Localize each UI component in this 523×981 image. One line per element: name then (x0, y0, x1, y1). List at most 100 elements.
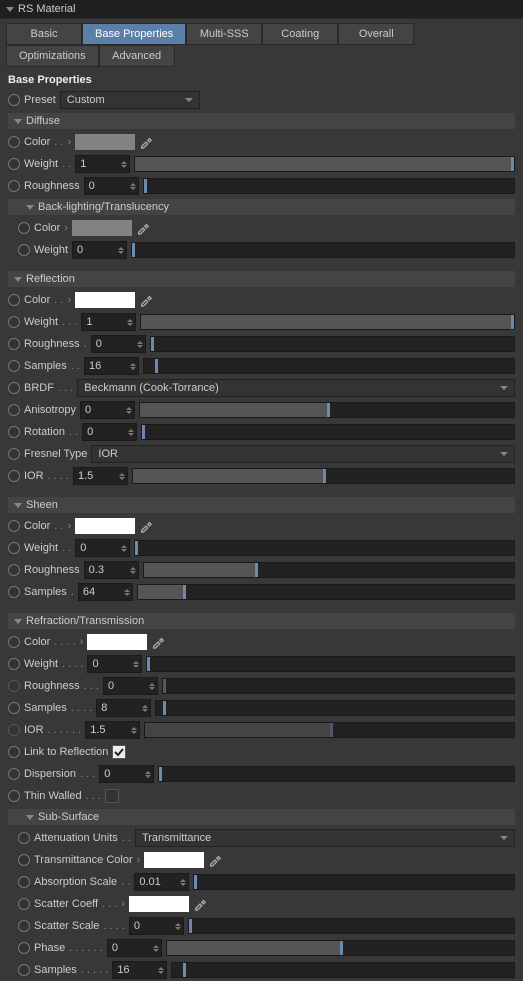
refr-samp-slider[interactable] (155, 700, 515, 716)
tab-basic[interactable]: Basic (6, 23, 82, 45)
eyedropper-icon[interactable] (139, 293, 153, 307)
sheen-color-swatch[interactable] (75, 518, 135, 534)
refr-link-anim[interactable] (8, 746, 20, 758)
sheen-samp-anim[interactable] (8, 586, 20, 598)
refl-rough-anim[interactable] (8, 338, 20, 350)
refl-samp-input[interactable]: 16 (84, 357, 139, 375)
sheen-samp-input[interactable]: 64 (78, 583, 133, 601)
refr-color-anim[interactable] (8, 636, 20, 648)
diffuse-rough-input[interactable]: 0 (84, 177, 139, 195)
refl-rot-anim[interactable] (8, 426, 20, 438)
expand-icon[interactable]: › (80, 636, 84, 648)
tab-advanced[interactable]: Advanced (99, 45, 175, 67)
sheen-weight-slider[interactable] (134, 540, 515, 556)
sheen-header[interactable]: Sheen (8, 497, 515, 513)
tab-overall[interactable]: Overall (338, 23, 414, 45)
expand-icon[interactable]: › (64, 222, 68, 234)
eyedropper-icon[interactable] (151, 635, 165, 649)
sheen-samp-slider[interactable] (137, 584, 515, 600)
refr-link-checkbox[interactable] (112, 745, 126, 759)
subsurface-header[interactable]: Sub-Surface (8, 809, 515, 825)
tab-multi-sss[interactable]: Multi-SSS (186, 23, 262, 45)
diffuse-header[interactable]: Diffuse (8, 113, 515, 129)
panel-header[interactable]: RS Material (0, 0, 523, 19)
sub-phase-slider[interactable] (166, 940, 515, 956)
refr-weight-anim[interactable] (8, 658, 20, 670)
refr-color-swatch[interactable] (87, 634, 147, 650)
sub-atten-select[interactable]: Transmittance (135, 829, 515, 847)
refl-weight-anim[interactable] (8, 316, 20, 328)
expand-icon[interactable]: › (67, 294, 71, 306)
diffuse-color-anim[interactable] (8, 136, 20, 148)
sub-tcol-swatch[interactable] (144, 852, 204, 868)
sub-scoe-anim[interactable] (18, 898, 30, 910)
back-weight-input[interactable]: 0 (72, 241, 127, 259)
sub-phase-input[interactable]: 0 (107, 939, 162, 957)
diffuse-rough-anim[interactable] (8, 180, 20, 192)
sub-sscl-slider[interactable] (188, 918, 515, 934)
sub-scoe-swatch[interactable] (129, 896, 189, 912)
refl-aniso-anim[interactable] (8, 404, 20, 416)
refl-rough-input[interactable]: 0 (91, 335, 146, 353)
sub-sscl-anim[interactable] (18, 920, 30, 932)
sub-atten-anim[interactable] (18, 832, 30, 844)
refl-aniso-input[interactable]: 0 (80, 401, 135, 419)
sheen-rough-slider[interactable] (143, 562, 515, 578)
back-weight-slider[interactable] (131, 242, 515, 258)
reflection-header[interactable]: Reflection (8, 271, 515, 287)
preset-anim-toggle[interactable] (8, 94, 20, 106)
refr-disp-input[interactable]: 0 (99, 765, 154, 783)
refl-weight-slider[interactable] (140, 314, 515, 330)
expand-icon[interactable]: › (67, 520, 71, 532)
sub-samp-anim[interactable] (18, 964, 30, 976)
sub-abs-slider[interactable] (193, 874, 515, 890)
refl-rot-input[interactable]: 0 (82, 423, 137, 441)
refr-weight-input[interactable]: 0 (87, 655, 142, 673)
sheen-color-anim[interactable] (8, 520, 20, 532)
eyedropper-icon[interactable] (193, 897, 207, 911)
refl-color-swatch[interactable] (75, 292, 135, 308)
backlight-header[interactable]: Back-lighting/Translucency (8, 199, 515, 215)
sheen-rough-anim[interactable] (8, 564, 20, 576)
diffuse-color-swatch[interactable] (75, 134, 135, 150)
diffuse-weight-slider[interactable] (134, 156, 515, 172)
refl-ftype-anim[interactable] (8, 448, 20, 460)
eyedropper-icon[interactable] (139, 135, 153, 149)
refr-samp-input[interactable]: 8 (96, 699, 151, 717)
back-weight-anim[interactable] (18, 244, 30, 256)
diffuse-weight-input[interactable]: 1 (75, 155, 130, 173)
refr-disp-anim[interactable] (8, 768, 20, 780)
refl-brdf-select[interactable]: Beckmann (Cook-Torrance) (77, 379, 515, 397)
sub-phase-anim[interactable] (18, 942, 30, 954)
refl-weight-input[interactable]: 1 (81, 313, 136, 331)
eyedropper-icon[interactable] (208, 853, 222, 867)
expand-icon[interactable]: › (67, 136, 71, 148)
back-color-anim[interactable] (18, 222, 30, 234)
refl-samp-anim[interactable] (8, 360, 20, 372)
sub-sscl-input[interactable]: 0 (129, 917, 184, 935)
refl-ior-input[interactable]: 1.5 (73, 467, 128, 485)
diffuse-weight-anim[interactable] (8, 158, 20, 170)
refr-weight-slider[interactable] (146, 656, 515, 672)
tab-base-properties[interactable]: Base Properties (82, 23, 186, 45)
sub-samp-input[interactable]: 16 (112, 961, 167, 979)
refraction-header[interactable]: Refraction/Transmission (8, 613, 515, 629)
refr-disp-slider[interactable] (158, 766, 515, 782)
sub-samp-slider[interactable] (171, 962, 515, 978)
eyedropper-icon[interactable] (139, 519, 153, 533)
refl-brdf-anim[interactable] (8, 382, 20, 394)
expand-icon[interactable]: › (137, 854, 141, 866)
refl-ior-slider[interactable] (132, 468, 515, 484)
sub-tcol-anim[interactable] (18, 854, 30, 866)
refl-aniso-slider[interactable] (139, 402, 515, 418)
refr-thin-checkbox[interactable] (105, 789, 119, 803)
eyedropper-icon[interactable] (136, 221, 150, 235)
refl-ftype-select[interactable]: IOR (91, 445, 515, 463)
refr-samp-anim[interactable] (8, 702, 20, 714)
sub-abs-input[interactable]: 0.01 (134, 873, 189, 891)
tab-coating[interactable]: Coating (262, 23, 338, 45)
sheen-weight-input[interactable]: 0 (75, 539, 130, 557)
diffuse-rough-slider[interactable] (143, 178, 515, 194)
expand-icon[interactable]: › (121, 898, 125, 910)
refr-thin-anim[interactable] (8, 790, 20, 802)
